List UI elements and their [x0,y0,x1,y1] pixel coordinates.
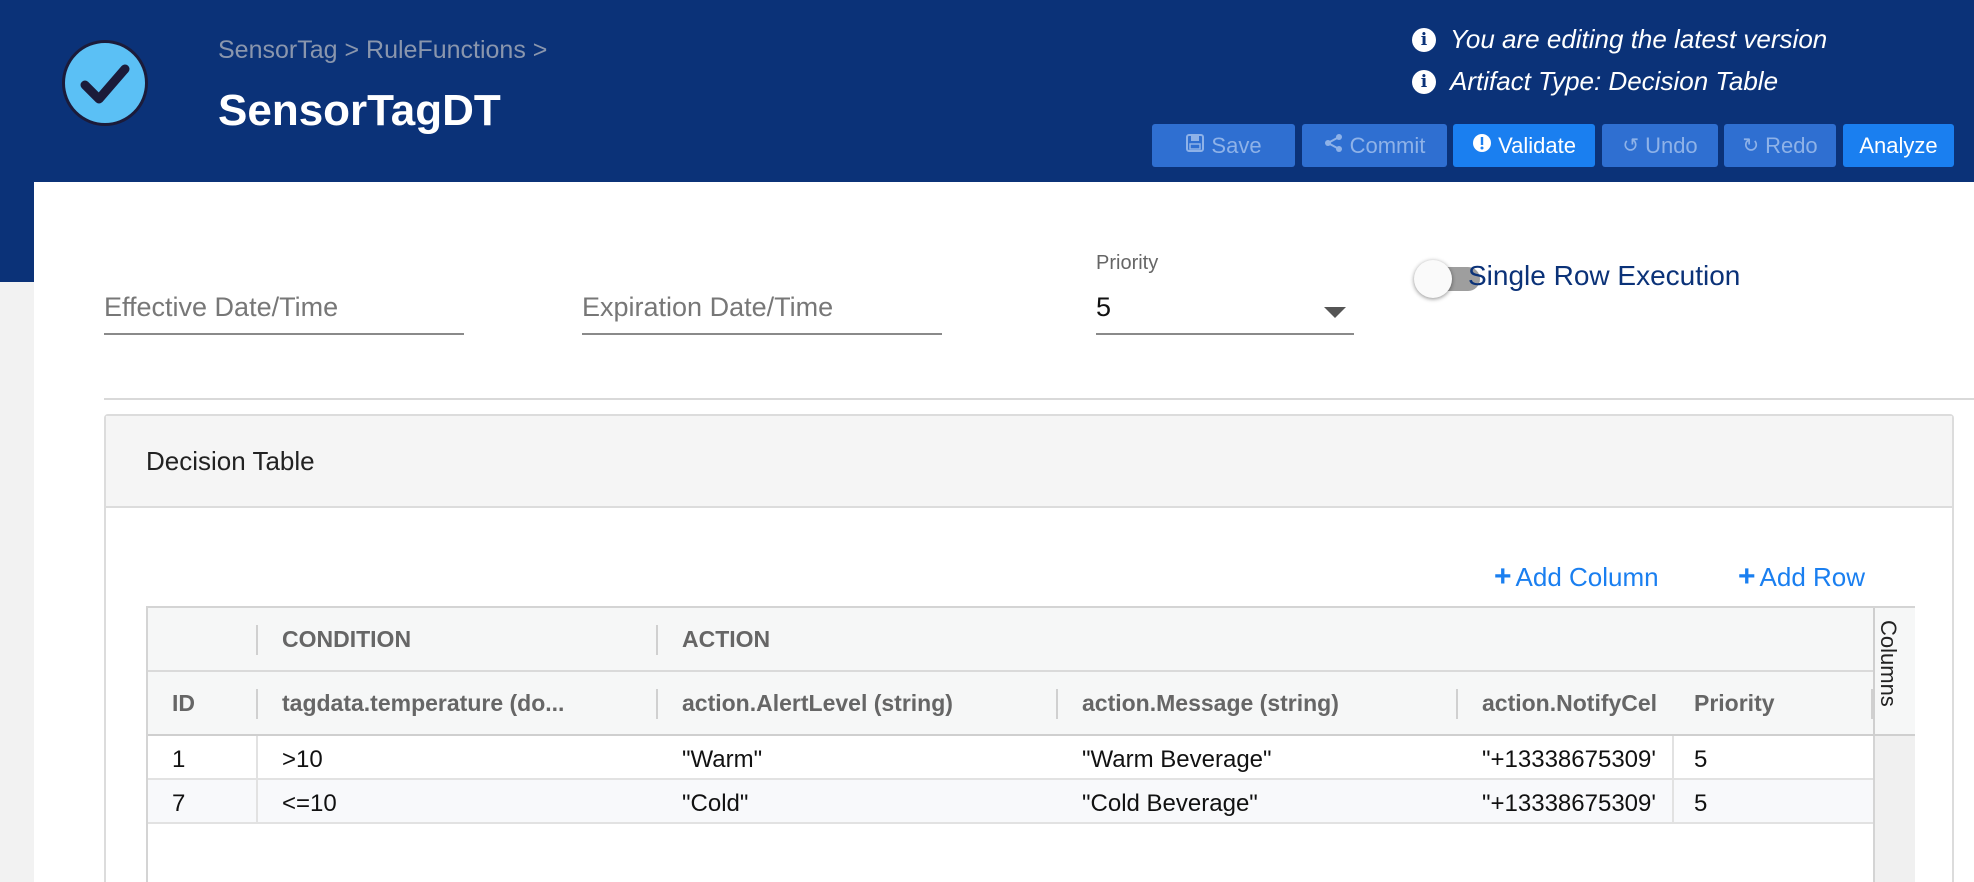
add-column-button[interactable]: + Add Column [1494,560,1659,594]
cell-priority[interactable]: 5 [1694,790,1707,818]
divider [104,398,1974,400]
cell-notify-cell[interactable]: "+13338675309' [1482,790,1672,818]
column-header-message[interactable]: action.Message (string) [1082,690,1442,717]
columns-tab-label: Columns [1876,620,1901,707]
cell-id[interactable]: 7 [172,790,185,818]
panel-header: Decision Table [106,416,1952,508]
column-divider[interactable] [256,689,258,719]
cell-temperature[interactable]: >10 [282,746,323,774]
cell-divider [1672,780,1674,824]
info-icon: i [1412,69,1436,94]
header-extension [0,182,34,282]
condition-group-header: CONDITION [282,626,412,652]
add-column-label: Add Column [1515,561,1659,592]
undo-icon: ↺ [1622,135,1640,157]
info-icon: i [1412,27,1436,52]
single-row-label: Single Row Execution [1468,260,1741,291]
plus-icon: + [1494,560,1512,593]
columns-side-tab[interactable]: Columns [1873,608,1915,736]
effective-date-placeholder: Effective Date/Time [104,292,339,322]
validate-button[interactable]: Validate [1453,124,1595,167]
exclamation-circle-icon [1472,133,1492,159]
plus-icon: + [1738,560,1756,593]
breadcrumb[interactable]: SensorTag > RuleFunctions > [218,36,547,65]
editor-content: Effective Date/Time Expiration Date/Time… [34,182,1974,882]
table-row[interactable]: 1 >10 "Warm" "Warm Beverage" "+133386753… [148,736,1873,780]
cell-divider [256,780,258,824]
undo-label: Undo [1645,132,1698,158]
commit-label: Commit [1349,132,1426,158]
validated-check-icon [62,40,148,126]
decision-table-panel: Decision Table + Add Column + Add Row CO… [104,414,1954,882]
priority-select[interactable]: 5 [1096,287,1354,335]
cell-message[interactable]: "Cold Beverage" [1082,790,1258,818]
priority-value: 5 [1096,292,1112,322]
panel-title: Decision Table [146,446,315,476]
validate-label: Validate [1498,132,1576,158]
analyze-label: Analyze [1859,132,1938,158]
expiration-date-field[interactable]: Expiration Date/Time [582,287,942,335]
cell-message[interactable]: "Warm Beverage" [1082,746,1272,774]
commit-button[interactable]: Commit [1302,124,1447,167]
cell-alert-level[interactable]: "Cold" [682,790,748,818]
column-divider[interactable] [656,689,658,719]
cell-temperature[interactable]: <=10 [282,790,337,818]
redo-button[interactable]: ↻ Redo [1724,124,1836,167]
add-row-label: Add Row [1759,561,1866,592]
column-group-row: CONDITION ACTION [148,608,1873,672]
action-group-header: ACTION [682,626,771,652]
column-header-id[interactable]: ID [172,690,242,717]
caret-down-icon [1324,307,1346,318]
expiration-date-placeholder: Expiration Date/Time [582,292,834,322]
priority-label: Priority [1096,252,1159,274]
undo-button[interactable]: ↺ Undo [1602,124,1718,167]
artifact-type-info: i Artifact Type: Decision Table [1412,66,1778,97]
share-icon [1324,133,1344,159]
save-label: Save [1211,132,1262,158]
column-header-alert-level[interactable]: action.AlertLevel (string) [682,690,1042,717]
floppy-disk-icon [1185,133,1205,159]
cell-divider [1672,736,1674,780]
column-divider[interactable] [256,625,258,655]
version-info-text: You are editing the latest version [1450,24,1828,54]
column-divider[interactable] [1056,689,1058,719]
save-button[interactable]: Save [1152,124,1295,167]
column-header-priority[interactable]: Priority [1694,690,1854,717]
redo-label: Redo [1765,132,1818,158]
effective-date-field[interactable]: Effective Date/Time [104,287,464,335]
analyze-button[interactable]: Analyze [1843,124,1954,167]
decision-table-grid: CONDITION ACTION ID tagdata.temperature … [146,606,1915,882]
toggle-knob [1414,260,1452,298]
cell-divider [256,736,258,780]
version-info: i You are editing the latest version [1412,24,1827,55]
redo-icon: ↻ [1742,135,1760,157]
table-row[interactable]: 7 <=10 "Cold" "Cold Beverage" "+13338675… [148,780,1873,824]
cell-notify-cell[interactable]: "+13338675309' [1482,746,1672,774]
grid-header: CONDITION ACTION ID tagdata.temperature … [148,608,1873,736]
add-row-button[interactable]: + Add Row [1738,560,1865,594]
page-title: SensorTagDT [218,86,501,135]
cell-priority[interactable]: 5 [1694,746,1707,774]
column-divider[interactable] [656,625,658,655]
artifact-type-text: Artifact Type: Decision Table [1450,66,1779,96]
cell-alert-level[interactable]: "Warm" [682,746,762,774]
cell-id[interactable]: 1 [172,746,185,774]
column-divider[interactable] [1456,689,1458,719]
columns-side-rail [1873,736,1915,882]
column-header-temperature[interactable]: tagdata.temperature (do... [282,690,642,717]
column-header-notify-cell[interactable]: action.NotifyCel [1482,690,1674,717]
